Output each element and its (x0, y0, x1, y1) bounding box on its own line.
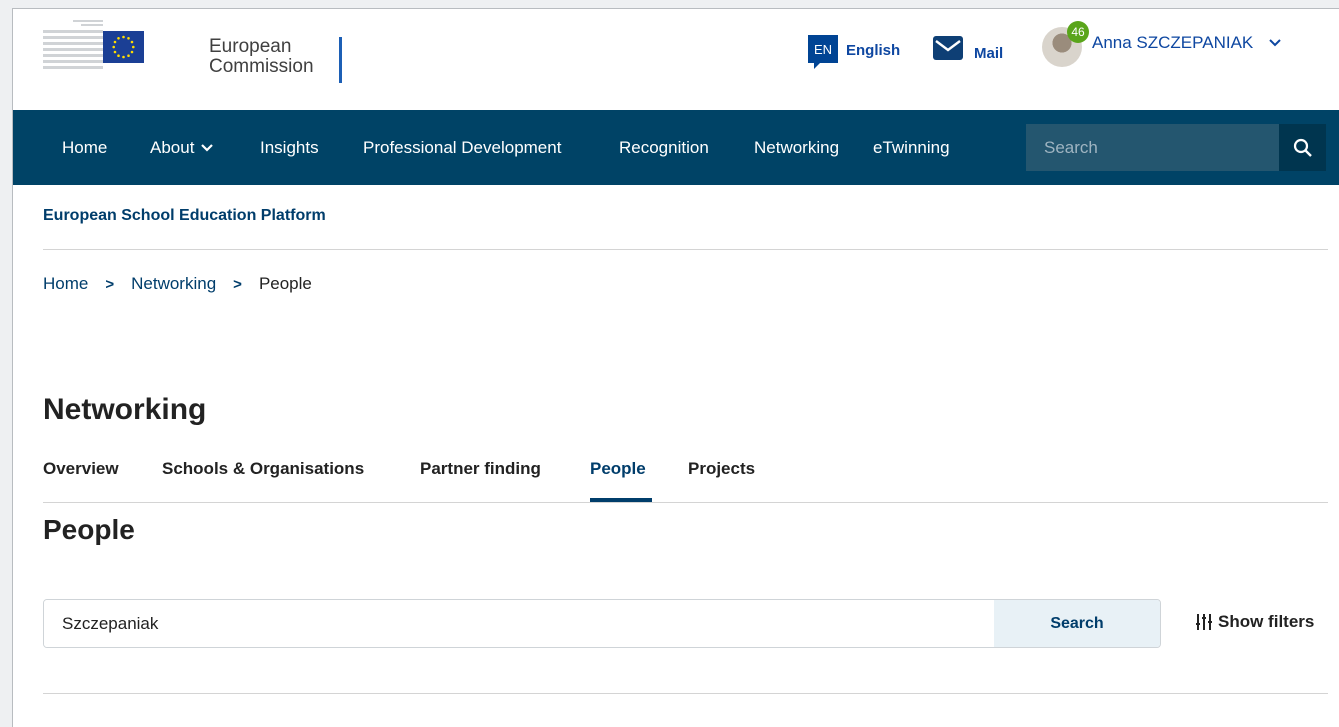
mail-link[interactable]: Mail (932, 35, 1003, 62)
nav-item-networking[interactable]: Networking (754, 110, 839, 185)
chevron-down-icon (1269, 34, 1281, 50)
tab-people[interactable]: People (590, 459, 646, 479)
chevron-right-icon: > (105, 275, 115, 293)
breadcrumb: Home > Networking > People (43, 274, 312, 294)
logo-text: European Commission (209, 37, 314, 77)
logo-divider (339, 37, 342, 83)
show-filters-label: Show filters (1218, 612, 1315, 631)
show-filters-button[interactable]: Show filters (1196, 612, 1314, 632)
tab-overview[interactable]: Overview (43, 459, 119, 479)
nav-item-etwinning[interactable]: eTwinning (873, 110, 950, 185)
mail-label: Mail (974, 45, 1004, 62)
user-menu[interactable]: 46 Anna SZCZEPANIAK (1042, 21, 1281, 67)
chevron-right-icon: > (233, 275, 242, 293)
people-search-input[interactable] (44, 600, 994, 647)
people-search: Search (43, 599, 1161, 648)
language-label: English (846, 42, 901, 59)
tabs-divider (43, 502, 1328, 503)
tab-projects[interactable]: Projects (688, 459, 755, 479)
breadcrumb-current: People (258, 274, 312, 293)
logo-line1: European (209, 36, 292, 57)
platform-title[interactable]: European School Education Platform (43, 207, 326, 225)
nav-item-professional-development[interactable]: Professional Development (363, 110, 561, 185)
nav-item-insights[interactable]: Insights (260, 110, 319, 185)
avatar[interactable]: 46 (1042, 21, 1089, 67)
site-search (1026, 124, 1326, 171)
site-search-button[interactable] (1279, 124, 1326, 171)
browser-viewport: European Commission EN English Mail 46 A… (12, 8, 1339, 727)
tab-schools-organisations[interactable]: Schools & Organisations (162, 459, 364, 479)
page-title: Networking (43, 393, 207, 426)
search-icon (1293, 138, 1312, 157)
language-code-icon: EN (808, 35, 838, 69)
people-search-button[interactable]: Search (994, 600, 1160, 647)
language-selector[interactable]: EN English (808, 35, 900, 69)
notification-badge: 46 (1067, 21, 1089, 43)
site-header: European Commission EN English Mail 46 A… (13, 9, 1339, 110)
tab-partner-finding[interactable]: Partner finding (420, 459, 541, 479)
breadcrumb-home[interactable]: Home (43, 274, 88, 294)
eu-flag-icon (103, 31, 144, 63)
filter-sliders-icon (1196, 614, 1212, 630)
logo-line2: Commission (209, 56, 314, 77)
nav-item-about[interactable]: About (150, 110, 214, 185)
site-search-input[interactable] (1026, 124, 1276, 171)
chevron-down-icon (201, 143, 214, 152)
nav-item-recognition[interactable]: Recognition (619, 110, 709, 185)
user-name: Anna SZCZEPANIAK (1092, 33, 1254, 52)
section-title: People (43, 514, 135, 545)
main-navigation: Home About Insights Professional Develop… (13, 110, 1339, 185)
nav-item-about-label: About (150, 137, 195, 157)
nav-item-home[interactable]: Home (62, 110, 107, 185)
results-divider (43, 693, 1328, 694)
breadcrumb-networking[interactable]: Networking (131, 274, 216, 294)
european-commission-logo[interactable]: European Commission (43, 16, 353, 83)
mail-icon (933, 36, 963, 60)
divider (43, 249, 1328, 250)
